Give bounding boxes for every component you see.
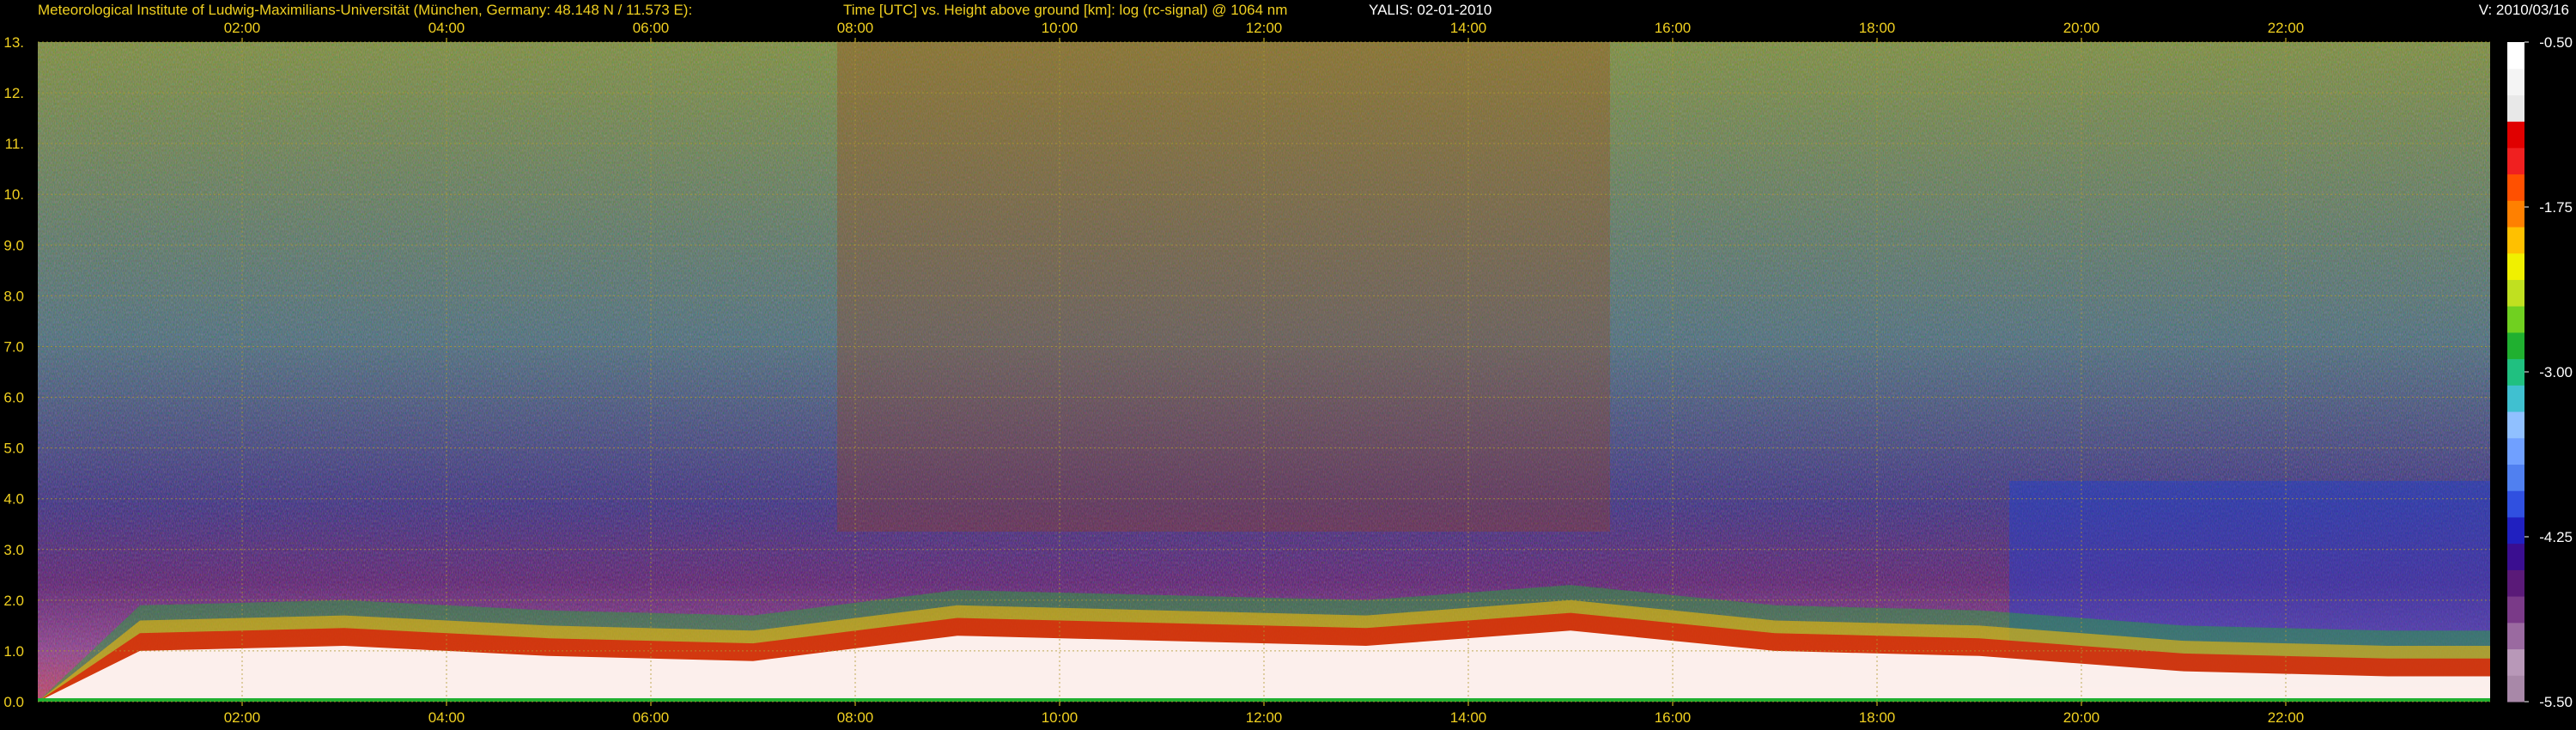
colorbar-tick-label-3: -4.25 bbox=[2539, 529, 2573, 545]
colorbar: -0.50 -1.75 -3.00 -4.25 -5.50 bbox=[2507, 34, 2573, 710]
ytick-label-8: 8.0 bbox=[3, 288, 24, 304]
xtick-bottom-label-0: 02:00 bbox=[224, 709, 261, 726]
ytick-label-4: 4.0 bbox=[3, 491, 24, 508]
colorbar-swatch-2 bbox=[2507, 622, 2524, 650]
colorbar-tick-label-2: -3.00 bbox=[2539, 364, 2573, 380]
xtick-top-label-1: 04:00 bbox=[428, 20, 465, 36]
colorbar-swatch-10 bbox=[2507, 411, 2524, 439]
xtick-bottom-label-8: 18:00 bbox=[1859, 709, 1896, 726]
y-axis: 0.0 1.0 2.0 3.0 4.0 5.0 6.0 7.0 8.0 9.0 10. 11. 12. 1… bbox=[3, 34, 24, 710]
plot-area bbox=[38, 41, 2490, 703]
xtick-bottom-label-9: 20:00 bbox=[2063, 709, 2100, 726]
lidar-chart: 02:00 04:00 06:00 08:00 10:00 12:00 14:00 16:00… bbox=[3, 20, 2573, 726]
xtick-top-label-10: 22:00 bbox=[2268, 20, 2305, 36]
ytick-label-10: 10. bbox=[3, 186, 24, 203]
colorbar-swatch-12 bbox=[2507, 358, 2524, 386]
xtick-top-label-3: 08:00 bbox=[837, 20, 874, 36]
ytick-label-3: 3.0 bbox=[3, 542, 24, 558]
colorbar-swatch-19 bbox=[2507, 173, 2524, 201]
xtick-top-label-5: 12:00 bbox=[1246, 20, 1283, 36]
xtick-top-label-2: 06:00 bbox=[633, 20, 670, 36]
colorbar-swatch-17 bbox=[2507, 227, 2524, 254]
colorbar-swatch-5 bbox=[2507, 543, 2524, 570]
colorbar-swatch-14 bbox=[2507, 306, 2524, 333]
ytick-label-9: 9.0 bbox=[3, 237, 24, 253]
colorbar-tick-label-0: -0.50 bbox=[2539, 34, 2573, 51]
colorbar-tick-label-1: -1.75 bbox=[2539, 199, 2573, 216]
xtick-bottom-label-2: 06:00 bbox=[633, 709, 670, 726]
xtick-top-label-7: 16:00 bbox=[1655, 20, 1692, 36]
xtick-bottom-label-7: 16:00 bbox=[1655, 709, 1692, 726]
xtick-bottom-label-1: 04:00 bbox=[428, 709, 465, 726]
ytick-label-5: 5.0 bbox=[3, 441, 24, 457]
x-axis-top: 02:00 04:00 06:00 08:00 10:00 12:00 14:00 16:00… bbox=[224, 20, 2305, 42]
colorbar-swatch-24 bbox=[2507, 42, 2524, 70]
colorbar-swatch-1 bbox=[2507, 648, 2524, 676]
ytick-label-13: 13. bbox=[3, 34, 24, 51]
ytick-label-0: 0.0 bbox=[3, 694, 24, 710]
xtick-top-label-9: 20:00 bbox=[2063, 20, 2100, 36]
ytick-label-2: 2.0 bbox=[3, 593, 24, 609]
xtick-bottom-label-3: 08:00 bbox=[837, 709, 874, 726]
colorbar-ticks: -0.50 -1.75 -3.00 -4.25 -5.50 bbox=[2524, 34, 2573, 710]
xtick-bottom-label-10: 22:00 bbox=[2268, 709, 2305, 726]
colorbar-swatch-13 bbox=[2507, 332, 2524, 360]
colorbar-swatch-8 bbox=[2507, 464, 2524, 491]
colorbar-swatch-4 bbox=[2507, 569, 2524, 597]
xtick-top-label-8: 18:00 bbox=[1859, 20, 1896, 36]
ytick-label-6: 6.0 bbox=[3, 390, 24, 406]
colorbar-swatch-16 bbox=[2507, 252, 2524, 280]
colorbar-swatch-7 bbox=[2507, 490, 2524, 518]
colorbar-swatch-15 bbox=[2507, 279, 2524, 307]
x-axis-bottom: 02:00 04:00 06:00 08:00 10:00 12:00 14:00 16:00… bbox=[224, 702, 2305, 726]
xtick-bottom-label-6: 14:00 bbox=[1450, 709, 1487, 726]
colorbar-swatch-6 bbox=[2507, 516, 2524, 544]
xtick-top-label-6: 14:00 bbox=[1450, 20, 1487, 36]
colorbar-swatch-21 bbox=[2507, 121, 2524, 149]
xtick-top-label-0: 02:00 bbox=[224, 20, 261, 36]
colorbar-swatch-18 bbox=[2507, 200, 2524, 228]
daytime-band bbox=[837, 42, 1610, 532]
colorbar-tick-label-4: -5.50 bbox=[2539, 694, 2573, 710]
colorbar-swatch-23 bbox=[2507, 68, 2524, 95]
ytick-label-1: 1.0 bbox=[3, 643, 24, 660]
colorbar-swatch-3 bbox=[2507, 596, 2524, 624]
ytick-label-7: 7.0 bbox=[3, 338, 24, 355]
colorbar-swatch-11 bbox=[2507, 385, 2524, 412]
colorbar-swatch-9 bbox=[2507, 437, 2524, 465]
ytick-label-11: 11. bbox=[5, 136, 24, 152]
colorbar-swatch-0 bbox=[2507, 675, 2524, 703]
xtick-bottom-label-5: 12:00 bbox=[1246, 709, 1283, 726]
xtick-top-label-4: 10:00 bbox=[1042, 20, 1078, 36]
xtick-bottom-label-4: 10:00 bbox=[1042, 709, 1078, 726]
colorbar-swatch-22 bbox=[2507, 94, 2524, 122]
colorbar-swatch-20 bbox=[2507, 147, 2524, 175]
colorbar-swatches bbox=[2507, 42, 2524, 703]
ytick-label-12: 12. bbox=[3, 85, 24, 101]
